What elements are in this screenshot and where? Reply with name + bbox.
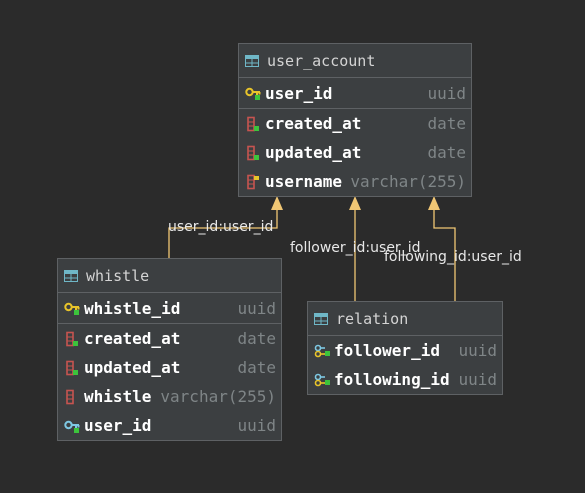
- column-row[interactable]: created_at date: [58, 324, 281, 353]
- column-type: uuid: [458, 370, 497, 389]
- primary-key-icon: [64, 302, 80, 315]
- following-user-label: following_id:user_id: [384, 249, 522, 265]
- column-type: uuid: [237, 298, 276, 318]
- column-name: whistle: [84, 387, 152, 406]
- table-icon: [64, 269, 78, 282]
- column-type: date: [427, 143, 466, 162]
- table-name: relation: [336, 309, 409, 328]
- column-type: varchar(255): [350, 172, 466, 191]
- column-row[interactable]: created_at date: [239, 109, 471, 138]
- following-user-arrowhead: [428, 196, 440, 210]
- column-type: date: [237, 358, 276, 377]
- primary-key-icon: [245, 87, 261, 100]
- column-row[interactable]: following_id uuid: [308, 365, 502, 394]
- user-account-table[interactable]: user_account user_id uuid created_at dat…: [238, 43, 472, 197]
- table-icon: [314, 312, 328, 325]
- column-name: updated_at: [265, 143, 362, 162]
- column-row[interactable]: username varchar(255): [239, 167, 471, 196]
- column-icon: [66, 389, 74, 404]
- column-row[interactable]: follower_id uuid: [308, 336, 502, 365]
- whistle-table[interactable]: whistle whistle_id uuid created_at date …: [57, 258, 282, 441]
- table-name: user_account: [267, 51, 376, 70]
- table-icon: [245, 54, 259, 67]
- column-name: updated_at: [84, 358, 181, 377]
- column-icon: [66, 360, 78, 375]
- column-name: created_at: [265, 114, 362, 133]
- relation-table[interactable]: relation follower_id uuid following_id u…: [307, 301, 503, 395]
- column-type: date: [427, 114, 466, 133]
- user-account-header[interactable]: user_account: [239, 44, 471, 78]
- relation-header[interactable]: relation: [308, 302, 502, 336]
- column-name: follower_id: [334, 341, 440, 360]
- column-type: date: [237, 329, 276, 348]
- column-row[interactable]: whistle_id uuid: [58, 293, 281, 324]
- column-row[interactable]: user_id uuid: [58, 411, 281, 440]
- column-type: uuid: [237, 416, 276, 435]
- column-name: following_id: [334, 370, 450, 389]
- table-name: whistle: [86, 266, 150, 285]
- column-row[interactable]: whistle varchar(255): [58, 382, 281, 411]
- column-row[interactable]: updated_at date: [239, 138, 471, 167]
- column-row[interactable]: updated_at date: [58, 353, 281, 382]
- column-icon: [66, 331, 78, 346]
- column-name: created_at: [84, 329, 181, 348]
- whistle-user-label: user_id:user_id: [168, 219, 274, 235]
- follower-user-arrowhead: [349, 196, 361, 210]
- column-type: varchar(255): [160, 387, 276, 406]
- column-name: user_id: [84, 416, 152, 435]
- column-name: whistle_id: [84, 298, 181, 318]
- column-row[interactable]: user_id uuid: [239, 78, 471, 109]
- column-name: username: [265, 172, 343, 191]
- column-icon: [247, 145, 259, 160]
- unique-column-icon: [247, 174, 259, 189]
- composite-key-icon: [314, 373, 330, 386]
- whistle-user-arrowhead: [271, 196, 283, 210]
- column-type: uuid: [458, 341, 497, 360]
- composite-key-icon: [314, 344, 330, 357]
- column-icon: [247, 116, 259, 131]
- foreign-key-icon: [64, 420, 80, 433]
- column-type: uuid: [427, 83, 466, 103]
- column-name: user_id: [265, 83, 333, 103]
- whistle-header[interactable]: whistle: [58, 259, 281, 293]
